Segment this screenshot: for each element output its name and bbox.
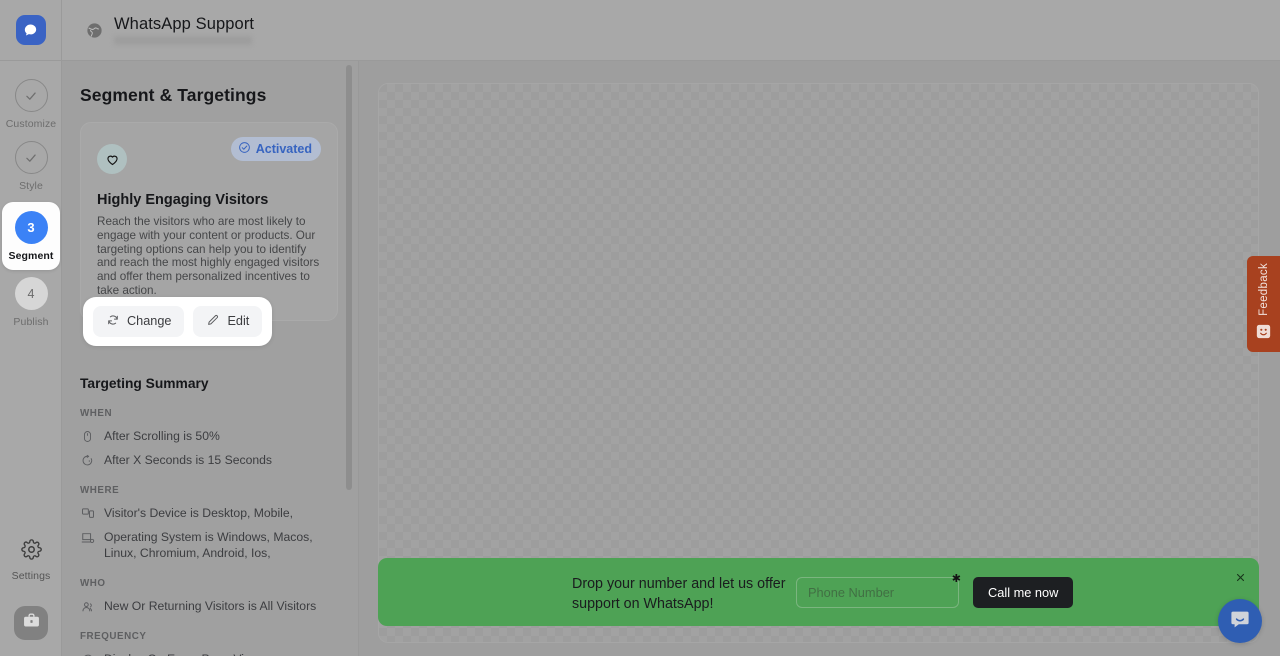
- check-icon: [14, 141, 48, 174]
- summary-group-frequency: FREQUENCY Display On Every Page View.: [80, 631, 338, 656]
- summary-row: Visitor's Device is Desktop, Mobile,: [80, 505, 338, 521]
- summary-row-text: After X Seconds is 15 Seconds: [104, 452, 273, 467]
- change-button-label: Change: [127, 314, 172, 329]
- page-subtitle-redacted: [114, 36, 252, 45]
- summary-group-where: WHERE Visitor's Device is Desktop, Mobil…: [80, 485, 338, 561]
- title-wrap: WhatsApp Support: [114, 15, 254, 45]
- summary-row: After Scrolling is 50%: [80, 428, 338, 444]
- feedback-tab-label: Feedback: [1257, 263, 1270, 316]
- summary-group-when: WHEN After Scrolling is 50% After X Seco…: [80, 408, 338, 468]
- chat-widget-button[interactable]: [1218, 599, 1262, 643]
- summary-row-text: After Scrolling is 50%: [104, 428, 220, 443]
- summary-row: After X Seconds is 15 Seconds: [80, 452, 338, 468]
- summary-row-text: Operating System is Windows, Macos, Linu…: [104, 530, 313, 561]
- status-badge-label: Activated: [255, 142, 312, 156]
- phone-number-input[interactable]: [796, 577, 959, 608]
- rail-item-settings[interactable]: Settings: [12, 539, 51, 582]
- panel-title: Segment & Targetings: [80, 85, 267, 105]
- summary-group-label: FREQUENCY: [80, 631, 147, 643]
- rail-step-label: Style: [19, 180, 43, 192]
- summary-row: New Or Returning Visitors is All Visitor…: [80, 598, 338, 614]
- change-button[interactable]: Change: [93, 305, 185, 337]
- step-number-badge: 3: [14, 211, 48, 244]
- check-icon: [14, 79, 48, 112]
- rail-step-label: Segment: [8, 250, 54, 262]
- brand-logo-cell[interactable]: [0, 0, 62, 61]
- top-bar: WhatsApp Support: [0, 0, 1280, 61]
- timer-icon: [80, 453, 95, 468]
- segment-card-heading: Highly Engaging Visitors: [97, 192, 269, 208]
- pencil-icon: [206, 313, 220, 330]
- edit-button-label: Edit: [227, 314, 250, 329]
- step-number-badge: 4: [14, 277, 48, 310]
- summary-group-label: WHERE: [80, 484, 120, 496]
- summary-row: Operating System is Windows, Macos, Linu…: [80, 529, 338, 561]
- banner-message: Drop your number and let us offer suppor…: [572, 576, 786, 613]
- mouse-icon: [80, 429, 95, 444]
- app-root: WhatsApp Support Customize Style 3 Segme…: [0, 0, 1280, 656]
- rail-step-label: Customize: [5, 118, 57, 130]
- segment-card-description: Reach the visitors who are most likely t…: [97, 215, 320, 297]
- step-rail: Customize Style 3 Segment 4 Publish Sett…: [0, 61, 62, 656]
- summary-group-label: WHO: [80, 578, 106, 590]
- segment-card: Activated Highly Engaging Visitors Reach…: [80, 122, 338, 346]
- heart-icon: [97, 144, 127, 174]
- rail-step-style[interactable]: Style: [0, 141, 62, 192]
- summary-row-text: New Or Returning Visitors is All Visitor…: [104, 599, 317, 614]
- panel-scrollbar[interactable]: [346, 65, 352, 490]
- edit-button[interactable]: Edit: [193, 305, 263, 337]
- rail-step-publish[interactable]: 4 Publish: [0, 277, 62, 328]
- page-title: WhatsApp Support: [114, 15, 255, 33]
- gear-icon: [20, 539, 42, 565]
- whatsapp-banner: Drop your number and let us offer suppor…: [378, 558, 1259, 626]
- summary-row: Display On Every Page View.: [80, 651, 338, 656]
- chat-bubble-logo: [15, 15, 46, 45]
- targeting-summary-title: Targeting Summary: [80, 375, 209, 391]
- monitor-gear-icon: [80, 530, 95, 545]
- rail-item-workspace[interactable]: [14, 606, 48, 640]
- summary-row-text: Visitor's Device is Desktop, Mobile,: [104, 505, 294, 520]
- summary-group-label: WHEN: [80, 407, 113, 419]
- panel-divider: [358, 61, 359, 656]
- phone-input-wrap: ✱: [796, 573, 961, 608]
- chat-bubble-icon: [1228, 607, 1252, 636]
- segment-card-actions: Change Edit: [83, 296, 273, 346]
- rail-step-customize[interactable]: Customize: [0, 79, 62, 130]
- clock-history-icon: [80, 652, 95, 656]
- check-circle-icon: [238, 141, 251, 157]
- summary-group-who: WHO New Or Returning Visitors is All Vis…: [80, 578, 338, 614]
- rail-bottom-group: Settings: [0, 539, 62, 640]
- close-icon[interactable]: [1233, 570, 1247, 584]
- devices-icon: [80, 506, 95, 521]
- rail-step-label: Publish: [13, 316, 49, 328]
- globe-icon: [84, 20, 104, 40]
- call-me-now-button[interactable]: Call me now: [973, 577, 1074, 608]
- feedback-tab[interactable]: Feedback: [1247, 256, 1280, 352]
- segment-card-header: Activated: [97, 137, 321, 174]
- rail-step-segment[interactable]: 3 Segment: [2, 202, 60, 270]
- users-icon: [80, 599, 95, 614]
- required-marker: ✱: [951, 573, 961, 585]
- rail-settings-label: Settings: [11, 570, 51, 582]
- status-badge: Activated: [230, 137, 321, 161]
- top-bar-title-group: WhatsApp Support: [62, 15, 254, 45]
- segment-panel: Segment & Targetings Activated Highly En…: [62, 61, 358, 656]
- briefcase-icon: [22, 611, 41, 635]
- smiley-icon: [1255, 323, 1272, 345]
- summary-row-text: Display On Every Page View.: [104, 651, 262, 656]
- refresh-icon: [106, 313, 120, 330]
